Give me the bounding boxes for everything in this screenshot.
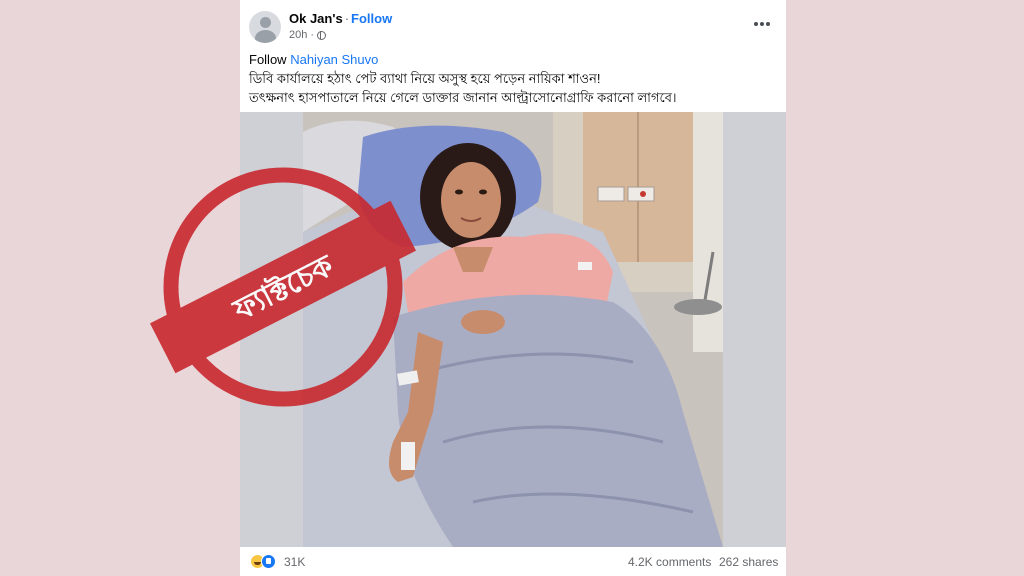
reaction-icons (250, 554, 278, 570)
post-text-line-2: তৎক্ষনাৎ হাসপাতালে নিয়ে গেলে ডাক্তার জা… (249, 90, 677, 105)
author-name[interactable]: Ok Jan's (289, 11, 343, 26)
post-text-line-1: ডিবি কার্যালয়ে হঠাৎ পেট ব্যাথা নিয়ে অস… (249, 71, 601, 86)
author-line: Ok Jan's · Follow (289, 11, 392, 26)
post-photo[interactable] (240, 112, 786, 547)
follow-button[interactable]: Follow (351, 11, 392, 26)
comments-count[interactable]: 4.2K comments (628, 555, 711, 569)
author-avatar[interactable] (249, 11, 281, 43)
facebook-post-card: Ok Jan's · Follow 20h · Follow Nahiyan Shuv… (240, 0, 786, 576)
post-header: Ok Jan's · Follow 20h · Follow Nahiyan Shuv… (240, 0, 786, 112)
globe-icon (317, 30, 327, 40)
reactions-summary[interactable]: 31K (250, 554, 305, 570)
post-text-line-0: Follow Nahiyan Shuvo (249, 50, 779, 69)
ellipsis-icon-dot (754, 22, 758, 26)
ellipsis-icon-dot (766, 22, 770, 26)
post-text: Follow Nahiyan Shuvo ডিবি কার্যালয়ে হঠা… (249, 50, 779, 107)
ellipsis-icon-dot (760, 22, 764, 26)
post-time[interactable]: 20h (289, 29, 307, 41)
separator-dot: · (310, 29, 315, 41)
separator-dot: · (344, 11, 350, 26)
post-meta: 20h · (289, 29, 327, 41)
avatar-shoulders (255, 30, 276, 43)
post-stats: 31K 4.2K comments 262 shares (240, 547, 786, 576)
follow-prefix: Follow (249, 52, 287, 67)
shares-count[interactable]: 262 shares (719, 555, 778, 569)
mention-link[interactable]: Nahiyan Shuvo (290, 52, 378, 67)
hospital-photo-illustration (303, 112, 723, 547)
more-options-button[interactable] (751, 16, 773, 32)
hospital-photo (303, 112, 723, 547)
like-icon (261, 554, 276, 569)
avatar-head (260, 17, 271, 28)
reaction-count: 31K (284, 555, 306, 569)
